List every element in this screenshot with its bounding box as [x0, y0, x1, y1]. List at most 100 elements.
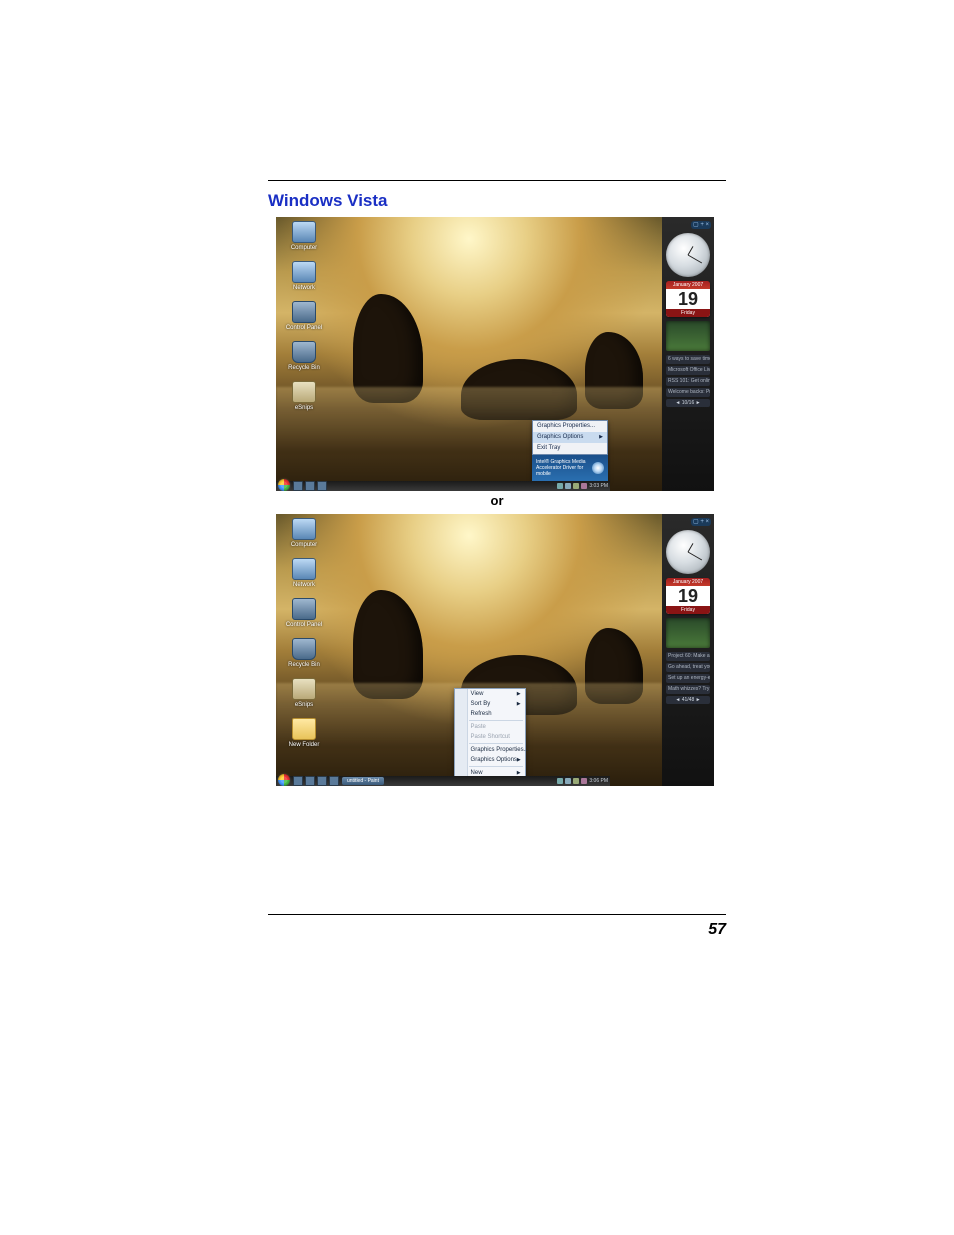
desktop-icon-folder[interactable]: New Folder [282, 718, 326, 748]
submenu-arrow-icon: ▶ [517, 691, 521, 697]
menu-item-graphics-options[interactable]: Graphics Options ▶ [533, 432, 607, 443]
submenu-arrow-icon: ▶ [599, 434, 603, 440]
menu-item-exit-tray[interactable]: Exit Tray [533, 443, 607, 454]
calendar-gadget[interactable]: January 2007 19 Friday [666, 281, 710, 317]
desktop-icon-computer[interactable]: Computer [282, 518, 326, 548]
feed-headline[interactable]: Welcome backs: Pro... [666, 388, 710, 397]
tray-icon[interactable] [581, 778, 587, 784]
desktop-icon-network[interactable]: Network [282, 261, 326, 291]
page-number: 57 [268, 921, 726, 939]
desktop-icon-recycle-bin[interactable]: Recycle Bin [282, 341, 326, 371]
feed-pager[interactable]: ◄ 10/16 ► [666, 399, 710, 407]
clock-gadget[interactable] [666, 530, 710, 574]
feed-headline[interactable]: Math whizzes? Try t... [666, 685, 710, 694]
tray-icon[interactable] [565, 778, 571, 784]
feeds-gadget: Project 60: Make a... Go ahead, treat yo… [666, 652, 710, 704]
menu-item-graphics-properties[interactable]: Graphics Properties... [455, 745, 525, 755]
tray-icon[interactable] [565, 483, 571, 489]
tray-icon[interactable] [557, 483, 563, 489]
tray-icon[interactable] [573, 483, 579, 489]
task-label: untitled - Paint [347, 778, 379, 784]
desktop-icon-computer[interactable]: Computer [282, 221, 326, 251]
slideshow-gadget[interactable] [666, 618, 710, 648]
feed-headline[interactable]: Set up an energy-eff... [666, 674, 710, 683]
quick-launch-item[interactable] [317, 776, 327, 786]
tray-context-menu: Graphics Properties... Graphics Options … [532, 420, 608, 455]
clock-minute-hand [688, 552, 702, 561]
menu-item-label: Exit Tray [537, 445, 560, 451]
menu-item-label: Refresh [471, 711, 492, 717]
sidebar-controls[interactable]: ▢ + × [691, 518, 711, 526]
quick-launch-item[interactable] [305, 481, 315, 491]
menu-item-refresh[interactable]: Refresh [455, 709, 525, 719]
quick-launch-item[interactable] [305, 776, 315, 786]
desktop-area: Computer Network Control Panel Recycle B… [276, 514, 662, 786]
icon-label: Computer [291, 542, 317, 548]
desktop-icon-app[interactable]: eSnips [282, 678, 326, 708]
bottom-rule [268, 914, 726, 915]
start-button[interactable] [278, 774, 290, 786]
menu-item-graphics-options[interactable]: Graphics Options▶ [455, 755, 525, 765]
menu-item-paste-shortcut: Paste Shortcut [455, 732, 525, 742]
quick-launch [293, 481, 327, 491]
desktop-context-menu: View▶ Sort By▶ Refresh Paste Paste Short… [454, 688, 526, 786]
separator-label: or [268, 493, 726, 508]
taskbar: 3:03 PM [276, 481, 610, 491]
desktop-icon-network[interactable]: Network [282, 558, 326, 588]
icon-label: Network [293, 582, 315, 588]
menu-item-paste: Paste [455, 722, 525, 732]
icon-label: Computer [291, 245, 317, 251]
menu-item-view[interactable]: View▶ [455, 689, 525, 699]
menu-item-label: Graphics Properties... [471, 747, 529, 753]
control-panel-icon [292, 598, 316, 620]
desktop-icon-control-panel[interactable]: Control Panel [282, 598, 326, 628]
computer-icon [292, 518, 316, 540]
system-tray: 3:06 PM [557, 778, 608, 784]
icon-label: Recycle Bin [288, 365, 320, 371]
desktop-icon-recycle-bin[interactable]: Recycle Bin [282, 638, 326, 668]
taskbar-task-paint[interactable]: untitled - Paint [342, 777, 384, 785]
feed-headline[interactable]: RSS 101: Get online... [666, 377, 710, 386]
feed-headline[interactable]: Microsoft Office Live... [666, 366, 710, 375]
clock-minute-hand [688, 255, 702, 264]
menu-item-label: Graphics Properties... [537, 423, 595, 429]
intel-tray-popup: Graphics Properties... Graphics Options … [532, 420, 608, 481]
feed-headline[interactable]: Project 60: Make a... [666, 652, 710, 661]
icon-label: Recycle Bin [288, 662, 320, 668]
screenshot-vista-tray-menu: Computer Network Control Panel Recycle B… [276, 217, 714, 491]
feed-headline[interactable]: Go ahead, treat you... [666, 663, 710, 672]
quick-launch [293, 776, 339, 786]
calendar-month: January 2007 [666, 281, 710, 289]
icon-label: eSnips [295, 702, 313, 708]
menu-item-sort-by[interactable]: Sort By▶ [455, 699, 525, 709]
slideshow-gadget[interactable] [666, 321, 710, 351]
quick-launch-item[interactable] [293, 481, 303, 491]
quick-launch-item[interactable] [329, 776, 339, 786]
screenshot-vista-desktop-context-menu: Computer Network Control Panel Recycle B… [276, 514, 714, 786]
menu-item-graphics-properties[interactable]: Graphics Properties... [533, 421, 607, 432]
calendar-gadget[interactable]: January 2007 19 Friday [666, 578, 710, 614]
start-button[interactable] [278, 479, 290, 491]
menu-item-label: Paste Shortcut [471, 734, 510, 740]
feed-pager[interactable]: ◄ 41/48 ► [666, 696, 710, 704]
desktop-icon-app[interactable]: eSnips [282, 381, 326, 411]
calendar-month: January 2007 [666, 578, 710, 586]
calendar-weekday: Friday [666, 309, 710, 317]
quick-launch-item[interactable] [317, 481, 327, 491]
feed-headline[interactable]: 6 ways to save time... [666, 355, 710, 364]
calendar-weekday: Friday [666, 606, 710, 614]
desktop-icons: Computer Network Control Panel Recycle B… [282, 221, 326, 411]
submenu-arrow-icon: ▶ [517, 757, 521, 763]
clock-gadget[interactable] [666, 233, 710, 277]
tray-icon[interactable] [557, 778, 563, 784]
tray-icon[interactable] [573, 778, 579, 784]
quick-launch-item[interactable] [293, 776, 303, 786]
sidebar-controls[interactable]: ▢ + × [691, 221, 711, 229]
tray-icon[interactable] [581, 483, 587, 489]
desktop-icons: Computer Network Control Panel Recycle B… [282, 518, 326, 748]
icon-label: eSnips [295, 405, 313, 411]
control-panel-icon [292, 301, 316, 323]
desktop-icon-control-panel[interactable]: Control Panel [282, 301, 326, 331]
icon-label: Control Panel [286, 325, 322, 331]
icon-label: New Folder [289, 742, 320, 748]
